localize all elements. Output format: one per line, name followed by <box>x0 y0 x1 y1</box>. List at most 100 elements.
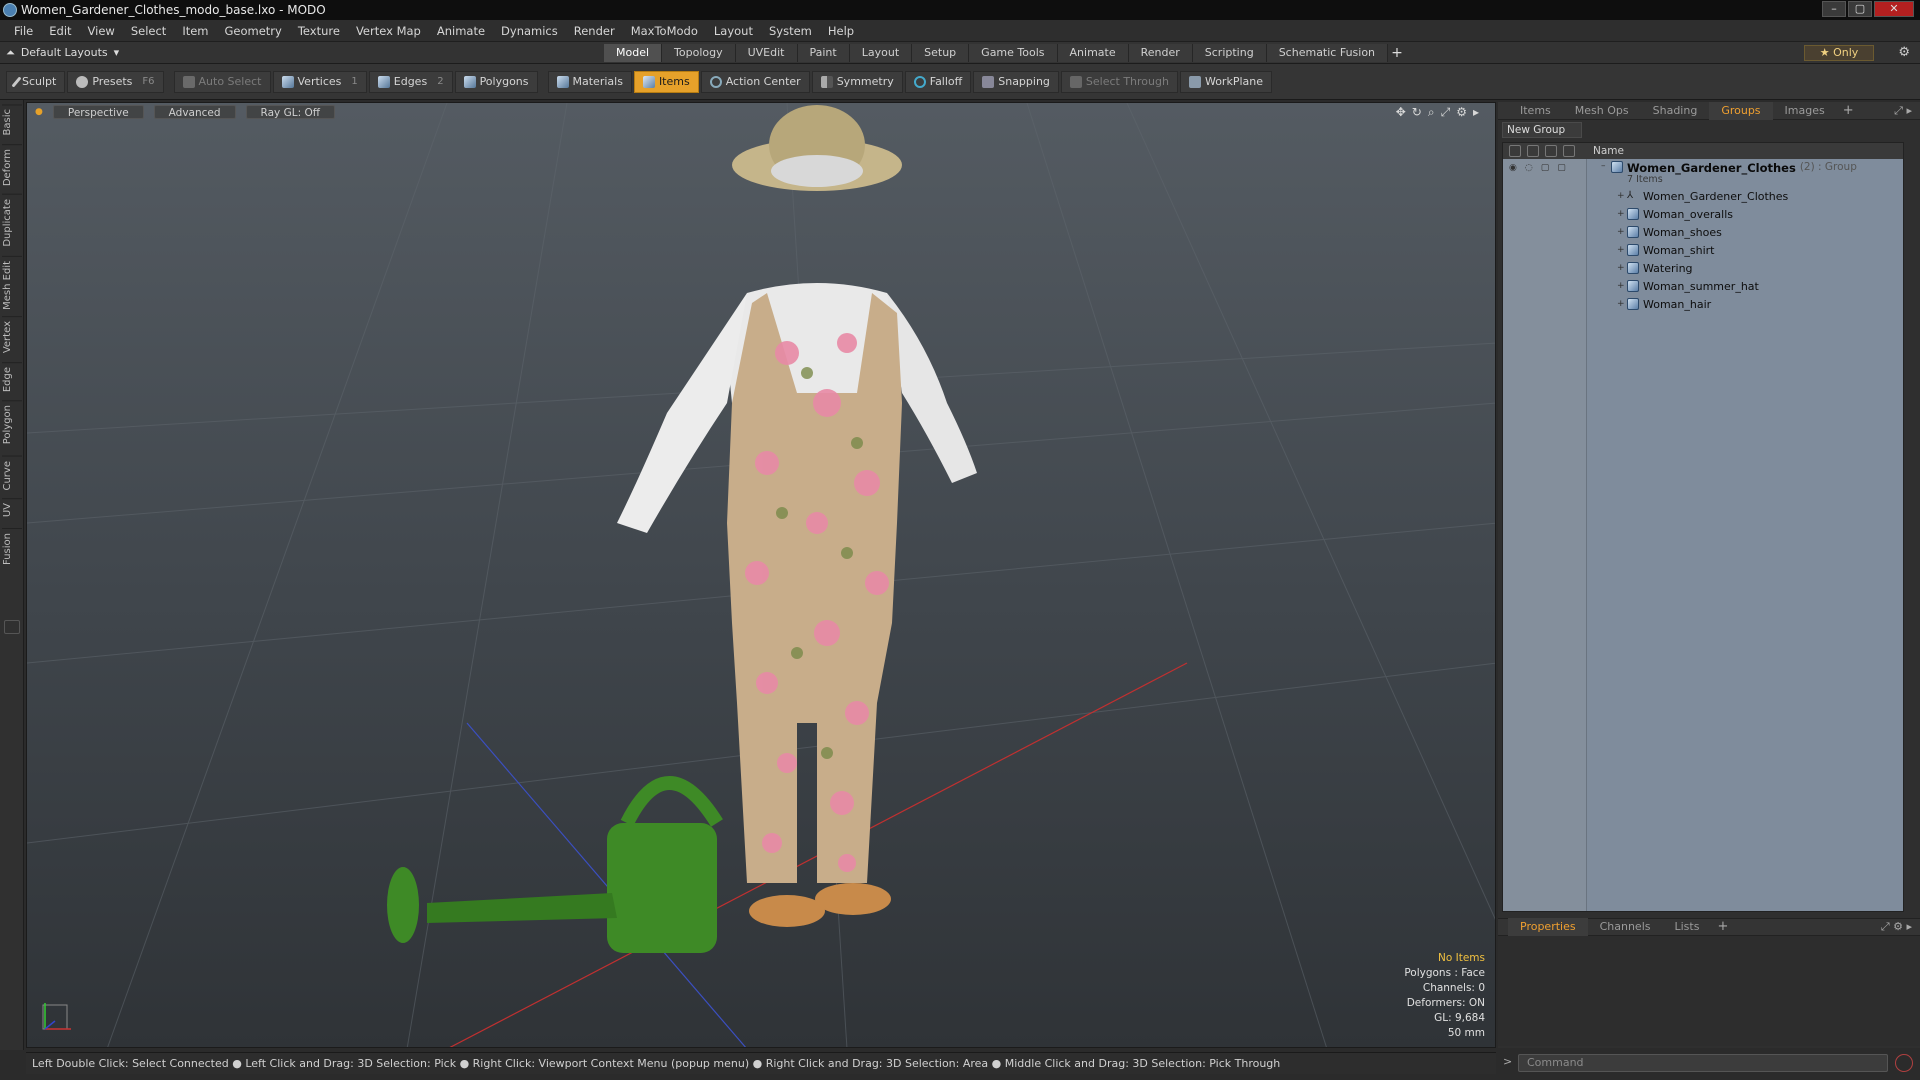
select-icon[interactable] <box>1563 145 1575 157</box>
falloff-button[interactable]: Falloff <box>904 70 972 93</box>
viewport-gear-icon[interactable]: ⚙ <box>1456 105 1467 120</box>
menu-view[interactable]: View <box>80 24 123 38</box>
render-icon[interactable] <box>1527 145 1539 157</box>
tab-shading[interactable]: Shading <box>1641 102 1710 120</box>
menu-system[interactable]: System <box>761 24 820 38</box>
vtab-polygon[interactable]: Polygon <box>2 400 22 449</box>
view-type-button[interactable]: Perspective <box>52 105 144 119</box>
vtab-curve[interactable]: Curve <box>2 456 22 495</box>
workplane-button[interactable]: WorkPlane <box>1179 70 1272 93</box>
presets-button[interactable]: Presets F6 <box>67 70 164 93</box>
polygons-button[interactable]: Polygons <box>454 70 538 93</box>
vtab-duplicate[interactable]: Duplicate <box>2 194 22 251</box>
gear-icon[interactable]: ⚙ <box>1898 45 1910 60</box>
tab-properties[interactable]: Properties <box>1508 918 1588 936</box>
menu-render[interactable]: Render <box>566 24 623 38</box>
tab-images[interactable]: Images <box>1773 102 1837 120</box>
tab-uvedit[interactable]: UVEdit <box>735 44 798 62</box>
tab-mesh-ops[interactable]: Mesh Ops <box>1563 102 1641 120</box>
menu-texture[interactable]: Texture <box>290 24 348 38</box>
tab-groups[interactable]: Groups <box>1709 101 1773 120</box>
vtab-uv[interactable]: UV <box>2 498 22 522</box>
tab-game-tools[interactable]: Game Tools <box>969 44 1058 62</box>
command-run-icon[interactable] <box>1895 1054 1913 1072</box>
menu-edit[interactable]: Edit <box>41 24 79 38</box>
menu-item[interactable]: Item <box>174 24 216 38</box>
select-through-button[interactable]: Select Through <box>1060 70 1178 93</box>
vtab-fusion[interactable]: Fusion <box>2 528 22 569</box>
command-input[interactable]: Command <box>1518 1054 1888 1072</box>
menu-maxtomodo[interactable]: MaxToModo <box>623 24 706 38</box>
tab-channels[interactable]: Channels <box>1588 918 1663 936</box>
render-toggle-icon[interactable]: ◌ <box>1525 163 1533 173</box>
sculpt-button[interactable]: Sculpt <box>6 70 66 93</box>
eye-toggle-icon[interactable]: ◉ <box>1509 163 1517 173</box>
tab-layout[interactable]: Layout <box>849 44 913 62</box>
move-view-icon[interactable]: ✥ <box>1396 105 1406 120</box>
tab-items[interactable]: Items <box>1508 102 1563 120</box>
tab-setup[interactable]: Setup <box>912 44 970 62</box>
vtab-mesh-edit[interactable]: Mesh Edit <box>2 256 22 314</box>
tab-animate[interactable]: Animate <box>1057 44 1129 62</box>
group-visibility-toggles[interactable]: ◉ ◌ ▢ ▢ <box>1509 163 1566 173</box>
select-toggle-icon[interactable]: ▢ <box>1557 163 1566 173</box>
tab-model[interactable]: Model <box>604 44 663 62</box>
3d-viewport[interactable]: ● Perspective Advanced Ray GL: Off ✥ ↻ ⌕… <box>26 102 1496 1048</box>
eye-icon[interactable] <box>1509 145 1521 157</box>
vertices-button[interactable]: Vertices 1 <box>272 70 367 93</box>
viewport-menu-dot-icon[interactable]: ● <box>35 107 43 117</box>
snapping-button[interactable]: Snapping <box>973 70 1059 93</box>
layouts-dropdown[interactable]: ⏶ Default Layouts ▾ <box>6 46 119 60</box>
zoom-view-icon[interactable]: ⌕ <box>1428 105 1435 120</box>
action-center-button[interactable]: Action Center <box>700 70 810 93</box>
collapse-icon[interactable]: – <box>1601 161 1611 171</box>
tab-schematic-fusion[interactable]: Schematic Fusion <box>1266 44 1389 62</box>
viewport-more-icon[interactable]: ▸ <box>1473 105 1479 120</box>
menu-vertex-map[interactable]: Vertex Map <box>348 24 429 38</box>
rotate-view-icon[interactable]: ↻ <box>1412 105 1422 120</box>
command-history-icon[interactable]: > <box>1503 1055 1512 1068</box>
materials-button[interactable]: Materials <box>547 70 632 93</box>
new-group-button[interactable]: New Group <box>1502 122 1582 138</box>
column-name[interactable]: Name <box>1587 145 1624 157</box>
symmetry-button[interactable]: Symmetry <box>811 70 903 93</box>
props-panel-gear-icon[interactable]: ⤢ ⚙ ▸ <box>1881 920 1912 934</box>
tab-render[interactable]: Render <box>1128 44 1193 62</box>
items-button[interactable]: Items <box>633 70 699 93</box>
tab-paint[interactable]: Paint <box>797 44 850 62</box>
group-row[interactable]: – Women_Gardener_Clothes (2) : Group 7 I… <box>1587 159 1903 187</box>
tree-item-women-gardener-clothes[interactable]: + ⅄ Women_Gardener_Clothes <box>1587 187 1903 205</box>
add-tab-icon[interactable]: + <box>1837 102 1860 120</box>
menu-animate[interactable]: Animate <box>429 24 493 38</box>
strip-toggle-button[interactable] <box>4 620 20 634</box>
tree-item-woman-summer-hat[interactable]: + Woman_summer_hat <box>1587 277 1903 295</box>
menu-file[interactable]: File <box>6 24 41 38</box>
expand-panel-icon[interactable]: ⤢ ▸ <box>1894 104 1912 118</box>
fit-view-icon[interactable]: ⤢ <box>1441 105 1451 120</box>
maximize-button[interactable]: ▢ <box>1848 1 1872 17</box>
edges-button[interactable]: Edges 2 <box>368 70 453 93</box>
add-props-tab-icon[interactable]: + <box>1711 918 1734 936</box>
vtab-deform[interactable]: Deform <box>2 144 22 191</box>
tree-item-watering[interactable]: + Watering <box>1587 259 1903 277</box>
vtab-vertex[interactable]: Vertex <box>2 316 22 358</box>
minimize-button[interactable]: – <box>1822 1 1846 17</box>
tab-lists[interactable]: Lists <box>1663 918 1712 936</box>
add-tab-icon[interactable]: + <box>1388 44 1406 62</box>
tree-item-woman-shirt[interactable]: + Woman_shirt <box>1587 241 1903 259</box>
vtab-edge[interactable]: Edge <box>2 362 22 397</box>
tree-item-woman-shoes[interactable]: + Woman_shoes <box>1587 223 1903 241</box>
menu-help[interactable]: Help <box>820 24 862 38</box>
menu-layout[interactable]: Layout <box>706 24 761 38</box>
menu-geometry[interactable]: Geometry <box>217 24 290 38</box>
tab-scripting[interactable]: Scripting <box>1192 44 1267 62</box>
tab-topology[interactable]: Topology <box>662 44 736 62</box>
tree-item-woman-hair[interactable]: + Woman_hair <box>1587 295 1903 313</box>
tree-item-woman-overalls[interactable]: + Woman_overalls <box>1587 205 1903 223</box>
menu-dynamics[interactable]: Dynamics <box>493 24 566 38</box>
auto-select-button[interactable]: Auto Select <box>173 70 271 93</box>
shading-mode-button[interactable]: Advanced <box>153 105 236 119</box>
lock-icon[interactable] <box>1545 145 1557 157</box>
close-button[interactable]: ✕ <box>1874 1 1914 17</box>
only-button[interactable]: ★ Only <box>1804 45 1874 61</box>
